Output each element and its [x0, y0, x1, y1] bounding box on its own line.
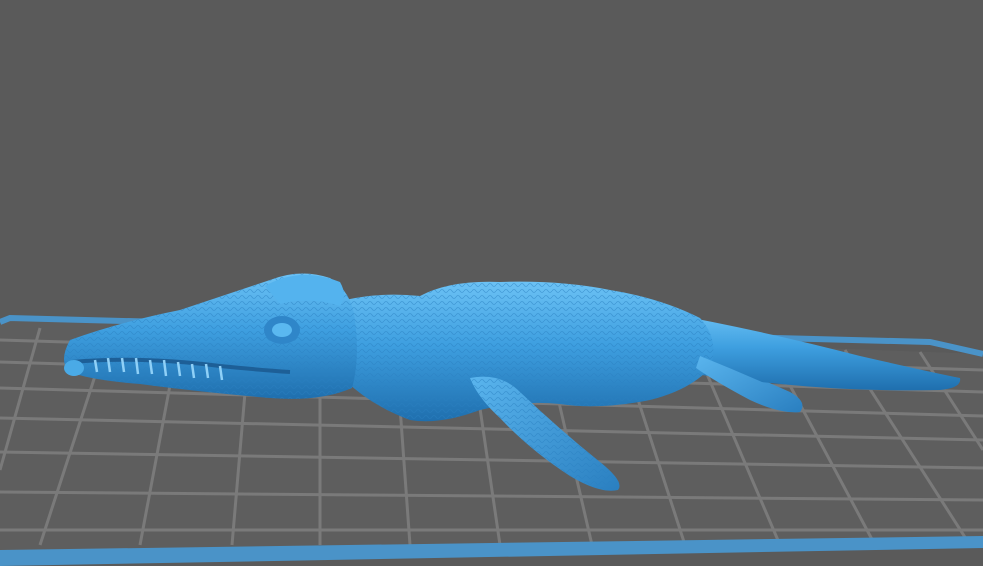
viewport-scene[interactable]	[0, 0, 983, 566]
3d-viewport[interactable]	[0, 0, 983, 566]
model-snout-tip	[64, 360, 84, 376]
model-eye-highlight	[272, 323, 292, 337]
